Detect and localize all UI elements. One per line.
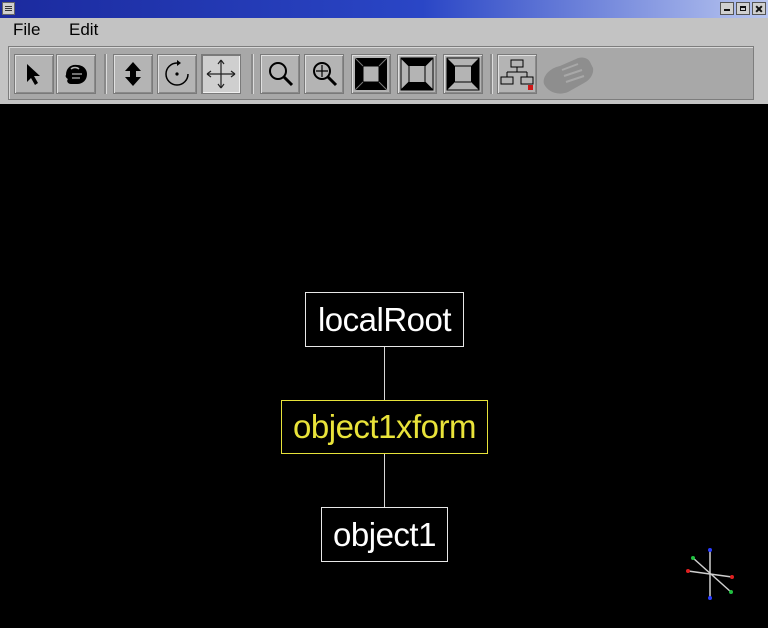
- graph-node-object1[interactable]: object1: [321, 507, 448, 562]
- graph-node-object1xform[interactable]: object1xform: [281, 400, 488, 454]
- view-side-icon: [446, 57, 480, 91]
- view-front-button[interactable]: [351, 54, 391, 94]
- graph-edge: [384, 454, 385, 507]
- toolbar-separator: [490, 54, 492, 94]
- move-updown-icon: [125, 62, 141, 86]
- menu-bar: File Edit: [0, 18, 768, 42]
- scene-graph-icon: [500, 59, 534, 90]
- pan-crosshair-icon: [206, 59, 236, 89]
- toolbar: [0, 42, 768, 104]
- toolbar-separator: [104, 54, 106, 94]
- close-icon[interactable]: [752, 2, 766, 15]
- minimize-icon[interactable]: [720, 2, 734, 15]
- graph-node-localroot[interactable]: localRoot: [305, 292, 464, 347]
- zoom-plus-button[interactable]: [304, 54, 344, 94]
- menu-edit[interactable]: Edit: [69, 20, 98, 40]
- window-controls: [720, 2, 766, 15]
- zoom-icon: [269, 62, 294, 87]
- scene-graph-canvas[interactable]: localRoot object1xform object1: [0, 104, 768, 628]
- toolbar-separator: [251, 54, 253, 94]
- select-arrow-icon: [27, 64, 40, 85]
- view-side-button[interactable]: [443, 54, 483, 94]
- grab-hand-ghost-icon: [543, 57, 594, 94]
- grab-hand-button[interactable]: [56, 54, 96, 94]
- pan-crosshair-button[interactable]: [201, 54, 241, 94]
- window-menu-icon[interactable]: [2, 2, 15, 15]
- zoom-plus-icon: [313, 62, 338, 87]
- maximize-icon[interactable]: [736, 2, 750, 15]
- view-top-icon: [400, 57, 434, 91]
- graph-edge: [384, 347, 385, 400]
- view-front-icon: [354, 57, 388, 91]
- move-updown-button[interactable]: [113, 54, 153, 94]
- rotate-button[interactable]: [157, 54, 197, 94]
- axis-indicator-icon: [686, 548, 734, 600]
- view-top-button[interactable]: [397, 54, 437, 94]
- scene-graph-button[interactable]: [497, 54, 537, 94]
- menu-file[interactable]: File: [13, 20, 40, 40]
- grab-hand-icon: [65, 64, 87, 84]
- rotate-icon: [165, 60, 189, 86]
- title-bar[interactable]: [0, 0, 768, 19]
- zoom-button[interactable]: [260, 54, 300, 94]
- select-arrow-button[interactable]: [14, 54, 54, 94]
